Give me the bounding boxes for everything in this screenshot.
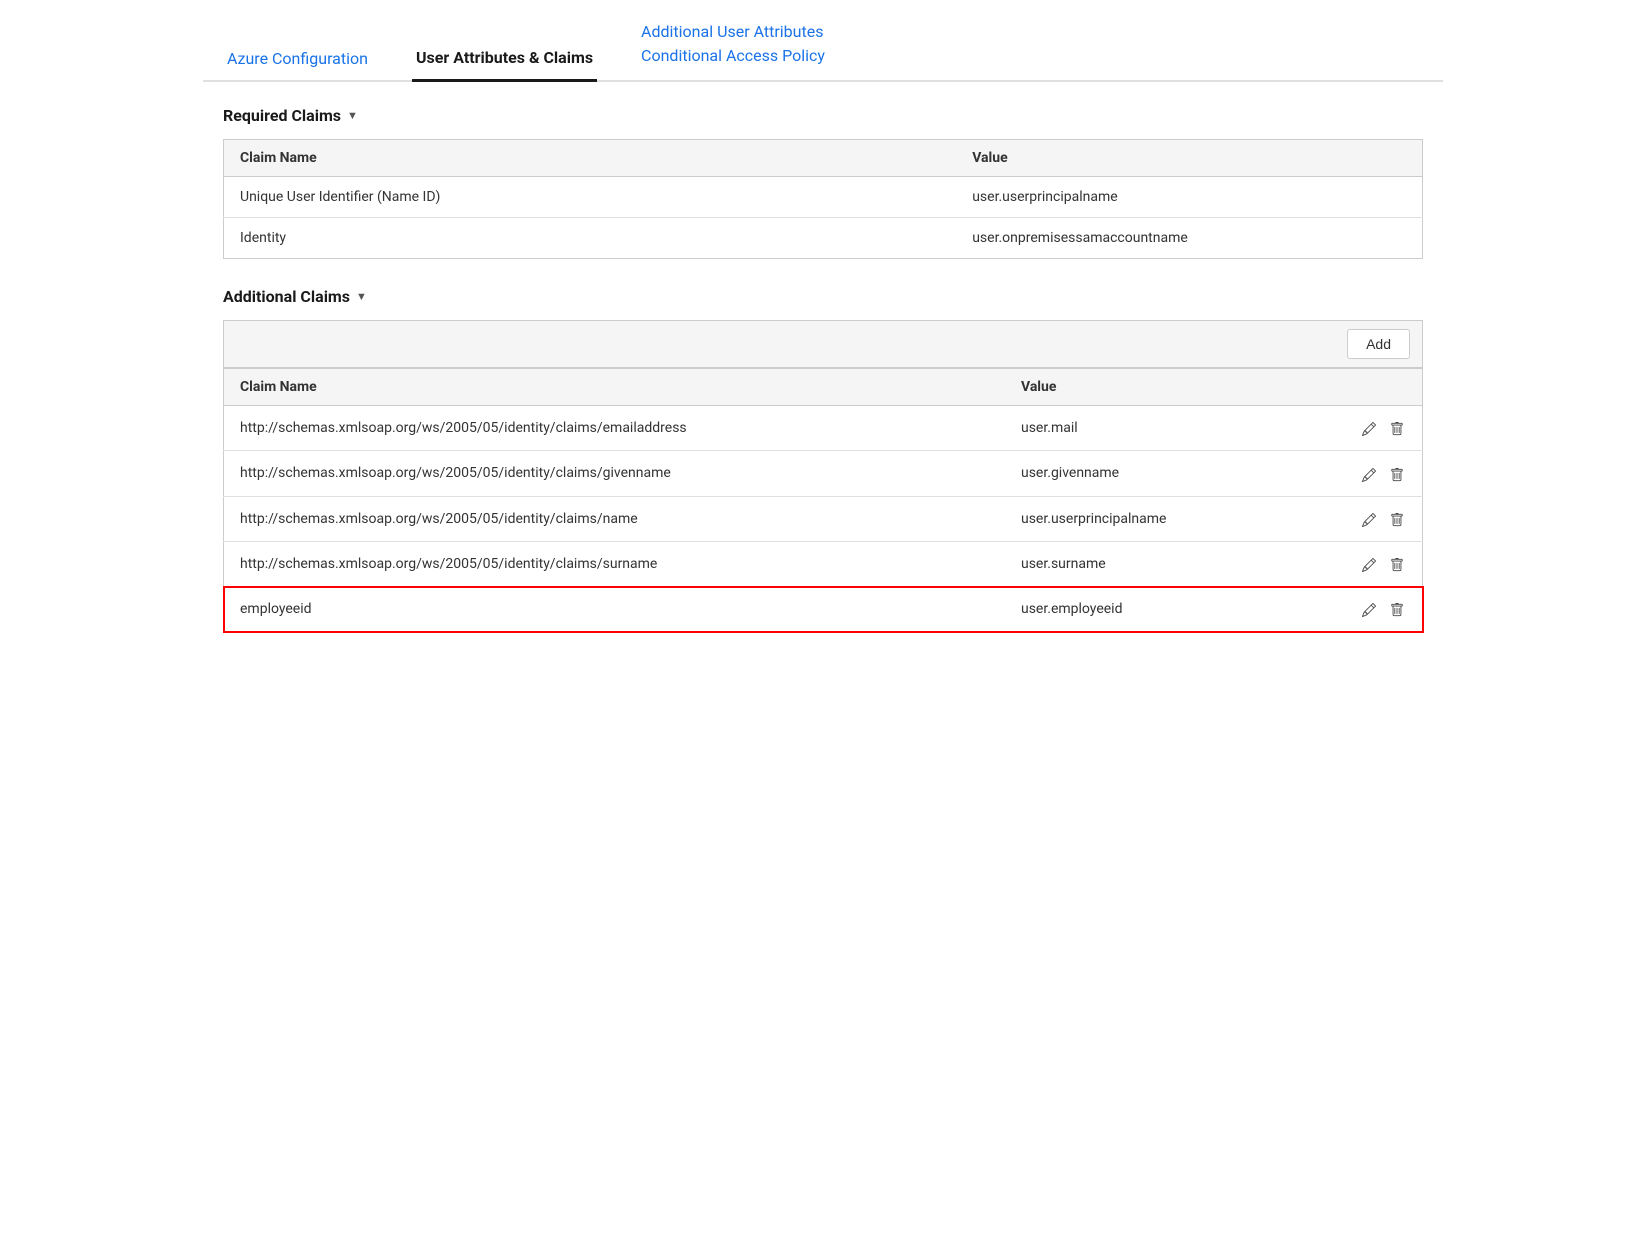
additional-claim-actions — [1294, 541, 1422, 586]
required-claim-value: user.userprincipalname — [956, 177, 1422, 218]
add-claim-button[interactable]: Add — [1347, 329, 1410, 359]
additional-claim-row: http://schemas.xmlsoap.org/ws/2005/05/id… — [224, 496, 1423, 541]
additional-claims-dropdown-arrow[interactable]: ▼ — [356, 290, 367, 303]
trash-icon — [1390, 513, 1404, 527]
additional-claim-name: http://schemas.xmlsoap.org/ws/2005/05/id… — [224, 451, 1005, 496]
additional-claim-row: http://schemas.xmlsoap.org/ws/2005/05/id… — [224, 451, 1423, 496]
additional-claims-table: Add Claim Name Value http://schemas.xmls… — [223, 320, 1423, 632]
additional-claim-row: http://schemas.xmlsoap.org/ws/2005/05/id… — [224, 541, 1423, 586]
required-claim-name: Unique User Identifier (Name ID) — [224, 177, 957, 218]
additional-claim-actions — [1294, 451, 1422, 496]
edit-claim-button[interactable] — [1360, 599, 1378, 619]
required-claims-col-name: Claim Name — [224, 140, 957, 177]
trash-icon — [1390, 603, 1404, 617]
pencil-icon — [1362, 513, 1376, 527]
pencil-icon — [1362, 603, 1376, 617]
required-claims-dropdown-arrow[interactable]: ▼ — [347, 109, 358, 122]
edit-claim-button[interactable] — [1360, 463, 1378, 483]
additional-claim-name: http://schemas.xmlsoap.org/ws/2005/05/id… — [224, 541, 1005, 586]
additional-claim-value: user.surname — [1005, 541, 1294, 586]
additional-claims-header-row: Claim Name Value — [224, 369, 1423, 406]
additional-claim-row: employeeid user.employeeid — [224, 587, 1423, 632]
additional-claim-value: user.givenname — [1005, 451, 1294, 496]
tab-navigation: Azure Configuration User Attributes & Cl… — [203, 0, 1443, 82]
additional-claim-value: user.employeeid — [1005, 587, 1294, 632]
additional-claims-col-actions — [1294, 369, 1422, 406]
delete-claim-button[interactable] — [1388, 554, 1406, 574]
required-claims-header-row: Claim Name Value — [224, 140, 1423, 177]
additional-claims-col-name: Claim Name — [224, 369, 1005, 406]
additional-claims-col-value: Value — [1005, 369, 1294, 406]
additional-claim-actions — [1294, 406, 1422, 451]
additional-claims-header: Additional Claims ▼ — [223, 287, 1423, 306]
trash-icon — [1390, 468, 1404, 482]
trash-icon — [1390, 422, 1404, 436]
delete-claim-button[interactable] — [1388, 418, 1406, 438]
edit-claim-button[interactable] — [1360, 554, 1378, 574]
required-claim-row: Identity user.onpremisessamaccountname — [224, 218, 1423, 259]
pencil-icon — [1362, 422, 1376, 436]
additional-claim-value: user.userprincipalname — [1005, 496, 1294, 541]
required-claim-row: Unique User Identifier (Name ID) user.us… — [224, 177, 1423, 218]
additional-claim-actions — [1294, 587, 1422, 632]
delete-claim-button[interactable] — [1388, 509, 1406, 529]
required-claims-header: Required Claims ▼ — [223, 106, 1423, 125]
additional-claim-value: user.mail — [1005, 406, 1294, 451]
delete-claim-button[interactable] — [1388, 599, 1406, 619]
pencil-icon — [1362, 558, 1376, 572]
delete-claim-button[interactable] — [1388, 463, 1406, 483]
required-claim-name: Identity — [224, 218, 957, 259]
additional-claim-name: http://schemas.xmlsoap.org/ws/2005/05/id… — [224, 496, 1005, 541]
additional-claim-actions — [1294, 496, 1422, 541]
trash-icon — [1390, 558, 1404, 572]
pencil-icon — [1362, 468, 1376, 482]
add-toolbar-row: Add — [224, 321, 1423, 369]
additional-claim-row: http://schemas.xmlsoap.org/ws/2005/05/id… — [224, 406, 1423, 451]
page-container: Azure Configuration User Attributes & Cl… — [203, 0, 1443, 684]
tab-additional-and-conditional[interactable]: Additional User Attributes Conditional A… — [637, 10, 829, 80]
add-toolbar: Add — [224, 321, 1422, 368]
required-claim-value: user.onpremisessamaccountname — [956, 218, 1422, 259]
tab-azure-config[interactable]: Azure Configuration — [223, 39, 372, 80]
required-claims-table: Claim Name Value Unique User Identifier … — [223, 139, 1423, 259]
required-claims-col-value: Value — [956, 140, 1422, 177]
edit-claim-button[interactable] — [1360, 509, 1378, 529]
tab-user-attributes-claims[interactable]: User Attributes & Claims — [412, 38, 597, 82]
additional-claim-name: employeeid — [224, 587, 1005, 632]
additional-claim-name: http://schemas.xmlsoap.org/ws/2005/05/id… — [224, 406, 1005, 451]
main-content: Required Claims ▼ Claim Name Value Uniqu… — [203, 82, 1443, 684]
edit-claim-button[interactable] — [1360, 418, 1378, 438]
